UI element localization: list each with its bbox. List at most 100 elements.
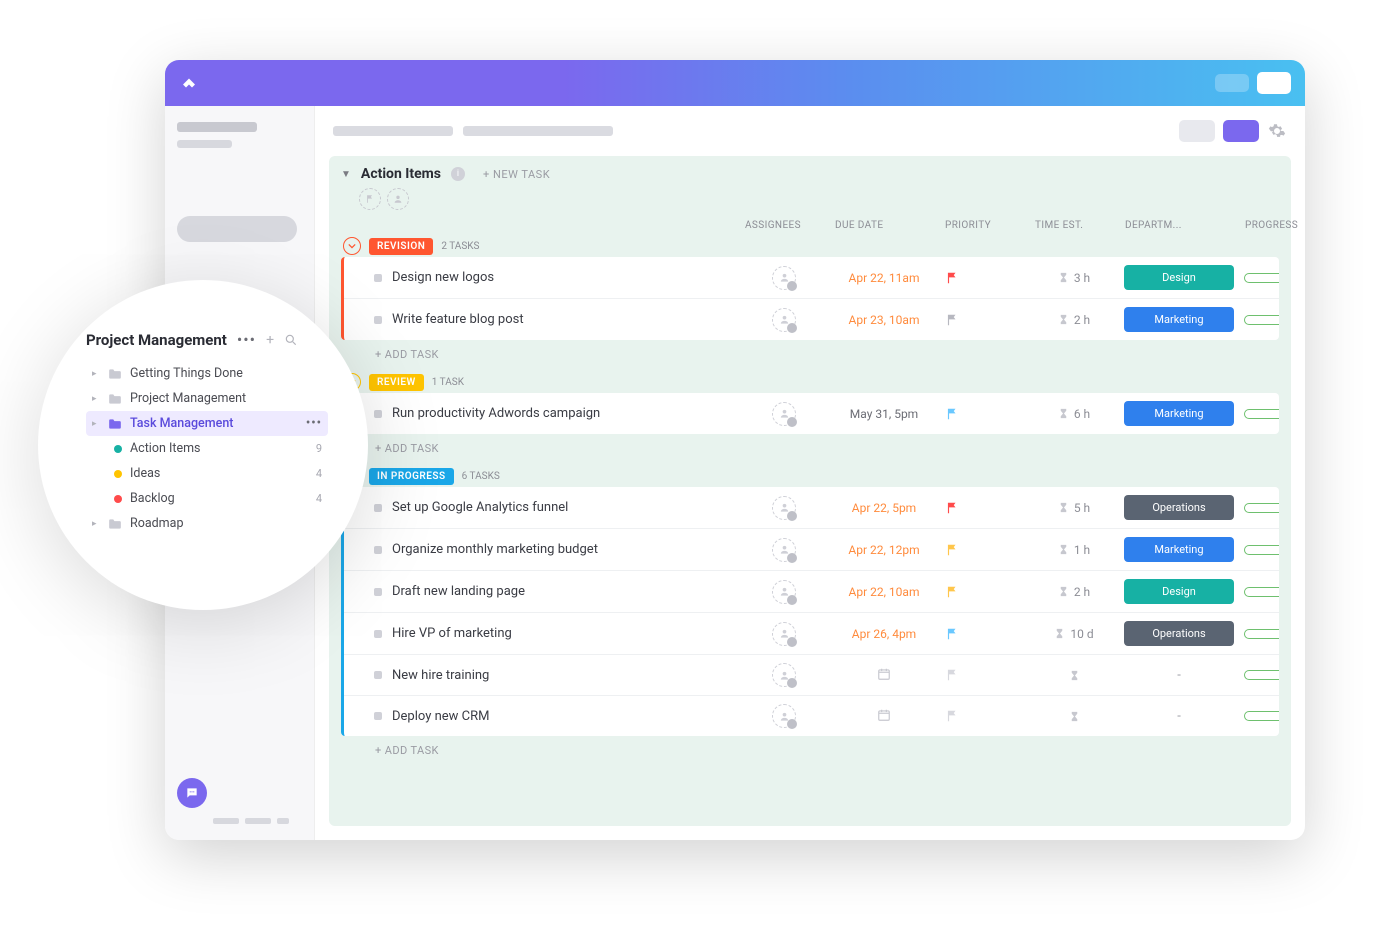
column-progress[interactable]: PROGRESS (1245, 220, 1305, 231)
assignee-placeholder[interactable] (772, 308, 796, 332)
nav-folder-item[interactable]: ▸ Project Management (86, 386, 328, 411)
section-collapse-caret[interactable]: ▼ (341, 169, 351, 180)
view-toggle-button-active[interactable] (1223, 120, 1259, 142)
assignee-placeholder[interactable] (772, 266, 796, 290)
nav-item-more[interactable]: ••• (306, 416, 322, 431)
task-department-tag[interactable]: Marketing (1124, 537, 1234, 562)
task-department-empty[interactable]: - (1124, 668, 1234, 683)
column-due-date[interactable]: DUE DATE (835, 220, 935, 231)
task-progress[interactable]: 0% (1244, 272, 1279, 283)
task-due-date[interactable]: Apr 22, 10am (834, 585, 934, 599)
nav-folder-item[interactable]: ▸ Getting Things Done (86, 361, 328, 386)
nav-list-item[interactable]: Action Items 9 (86, 436, 328, 461)
task-due-date[interactable]: Apr 22, 12pm (834, 543, 934, 557)
assignee-placeholder[interactable] (772, 402, 796, 426)
task-time-estimate[interactable]: 1 h (1034, 543, 1114, 557)
task-priority-flag[interactable] (944, 270, 960, 286)
task-due-date-empty[interactable] (834, 708, 934, 725)
task-time-estimate[interactable]: 5 h (1034, 501, 1114, 515)
task-progress[interactable]: 0% (1244, 314, 1279, 325)
task-priority-flag[interactable] (944, 626, 960, 642)
priority-placeholder-icon[interactable] (359, 188, 381, 210)
column-assignees[interactable]: ASSIGNEES (745, 220, 825, 231)
group-status-label[interactable]: REVIEW (369, 374, 424, 391)
task-time-estimate[interactable]: 2 h (1034, 313, 1114, 327)
nav-folder-item[interactable]: ▸ Roadmap (86, 511, 328, 536)
nav-list-item[interactable]: Ideas 4 (86, 461, 328, 486)
task-row[interactable]: Deploy new CRM - 0% (344, 695, 1279, 736)
task-priority-flag[interactable] (944, 406, 960, 422)
nav-folder-item[interactable]: ▸ Task Management ••• (86, 411, 328, 436)
task-time-estimate[interactable]: 10 d (1034, 627, 1114, 641)
new-task-button[interactable]: + NEW TASK (483, 168, 550, 181)
task-department-tag[interactable]: Marketing (1124, 401, 1234, 426)
space-more-button[interactable]: ••• (237, 330, 256, 349)
task-department-tag[interactable]: Design (1124, 265, 1234, 290)
assignee-placeholder[interactable] (772, 622, 796, 646)
titlebar-toggle-secondary[interactable] (1215, 74, 1249, 92)
add-task-button[interactable]: + ADD TASK (341, 736, 1279, 759)
task-time-estimate[interactable]: 6 h (1034, 407, 1114, 421)
assignee-placeholder[interactable] (772, 663, 796, 687)
group-status-label[interactable]: REVISION (369, 238, 433, 255)
task-due-date[interactable]: Apr 22, 5pm (834, 501, 934, 515)
task-due-date[interactable]: Apr 22, 11am (834, 271, 934, 285)
assignee-placeholder-icon[interactable] (387, 188, 409, 210)
assignee-placeholder[interactable] (772, 704, 796, 728)
task-row[interactable]: Hire VP of marketing Apr 26, 4pm 10 d Op… (344, 612, 1279, 654)
task-time-estimate-empty[interactable] (1034, 711, 1114, 722)
task-priority-flag[interactable] (944, 542, 960, 558)
task-priority-empty[interactable] (944, 708, 960, 724)
task-progress[interactable]: 0% (1244, 711, 1279, 722)
space-add-button[interactable]: + (266, 332, 274, 348)
group-status-label[interactable]: IN PROGRESS (369, 468, 454, 485)
task-row[interactable]: Run productivity Adwords campaign May 31… (344, 393, 1279, 434)
task-row[interactable]: Organize monthly marketing budget Apr 22… (344, 528, 1279, 570)
space-search-button[interactable] (284, 333, 298, 347)
task-row[interactable]: Set up Google Analytics funnel Apr 22, 5… (344, 487, 1279, 528)
task-due-date[interactable]: May 31, 5pm (834, 407, 934, 421)
column-priority[interactable]: PRIORITY (945, 220, 1025, 231)
settings-button[interactable] (1267, 121, 1287, 141)
task-time-estimate[interactable]: 3 h (1034, 271, 1114, 285)
task-priority-empty[interactable] (944, 667, 960, 683)
task-due-date[interactable]: Apr 23, 10am (834, 313, 934, 327)
group-collapse-toggle[interactable] (343, 237, 361, 255)
task-department-empty[interactable]: - (1124, 709, 1234, 724)
task-due-date[interactable]: Apr 26, 4pm (834, 627, 934, 641)
task-department-tag[interactable]: Marketing (1124, 307, 1234, 332)
task-progress[interactable]: 0% (1244, 670, 1279, 681)
chat-button[interactable] (177, 778, 207, 808)
nav-list-item[interactable]: Backlog 4 (86, 486, 328, 511)
assignee-placeholder[interactable] (772, 538, 796, 562)
task-progress[interactable]: 0% (1244, 628, 1279, 639)
task-row[interactable]: Design new logos Apr 22, 11am 3 h Design… (344, 257, 1279, 298)
column-department[interactable]: DEPARTM... (1125, 220, 1235, 231)
task-progress[interactable]: 0% (1244, 544, 1279, 555)
task-time-estimate-empty[interactable] (1034, 670, 1114, 681)
task-progress[interactable]: 0% (1244, 408, 1279, 419)
task-progress[interactable]: 0% (1244, 502, 1279, 513)
task-priority-flag[interactable] (944, 312, 960, 328)
task-department-tag[interactable]: Design (1124, 579, 1234, 604)
assignee-placeholder[interactable] (772, 496, 796, 520)
add-task-button[interactable]: + ADD TASK (341, 340, 1279, 363)
assignee-placeholder[interactable] (772, 580, 796, 604)
task-row[interactable]: Write feature blog post Apr 23, 10am 2 h… (344, 298, 1279, 340)
add-task-button[interactable]: + ADD TASK (341, 434, 1279, 457)
caret-icon: ▸ (92, 369, 100, 379)
task-priority-flag[interactable] (944, 500, 960, 516)
info-icon[interactable]: i (451, 167, 465, 181)
task-department-tag[interactable]: Operations (1124, 621, 1234, 646)
task-priority-flag[interactable] (944, 584, 960, 600)
task-department-tag[interactable]: Operations (1124, 495, 1234, 520)
sidebar-search[interactable] (177, 216, 297, 242)
task-due-date-empty[interactable] (834, 667, 934, 684)
titlebar-toggle-primary[interactable] (1257, 72, 1291, 94)
task-row[interactable]: Draft new landing page Apr 22, 10am 2 h … (344, 570, 1279, 612)
task-progress[interactable]: 0% (1244, 586, 1279, 597)
task-row[interactable]: New hire training - 0% (344, 654, 1279, 695)
view-toggle-button[interactable] (1179, 120, 1215, 142)
column-time-est[interactable]: TIME EST. (1035, 220, 1115, 231)
task-time-estimate[interactable]: 2 h (1034, 585, 1114, 599)
